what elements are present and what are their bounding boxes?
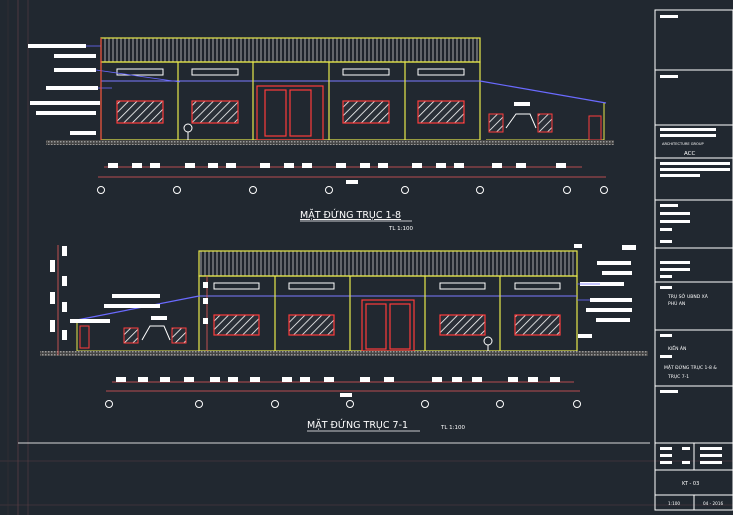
dimension-line-top — [97, 163, 608, 194]
sheet-title-line-1: MẶT ĐỨNG TRỤC 1-8 & — [664, 364, 717, 371]
sheet-title-line-2: TRỤC 7-1 — [667, 374, 689, 380]
company-abbr: ACC — [684, 151, 696, 157]
roof-bottom — [198, 250, 578, 277]
main-door-bottom — [361, 299, 415, 352]
project-name-line-2: PHÚ AN — [668, 300, 685, 307]
elevation-top: MẶT ĐỨNG TRỤC 1-8 TL 1:100 — [28, 37, 614, 232]
stage-label: KIẾN ÁN — [668, 344, 686, 352]
sheet-scale: 1:100 — [668, 501, 680, 506]
elevation-bottom: MẶT ĐỨNG TRỤC 7-1 TL 1:100 — [40, 244, 648, 432]
cad-drawing-canvas: MẶT ĐỨNG TRỤC 1-8 TL 1:100 MẶT ĐỨNG TRỤC… — [0, 0, 733, 515]
wall-bottom — [198, 275, 578, 352]
roof-top — [100, 37, 481, 63]
elevation-bottom-title: MẶT ĐỨNG TRỤC 7-1 — [307, 419, 408, 431]
annex-right — [479, 80, 607, 141]
project-name-line-1: TRỤ SỞ UBND XÃ — [667, 292, 709, 300]
company-line: ARCHITECTURE GROUP — [662, 142, 704, 146]
dimension-line-bottom — [105, 377, 581, 408]
ground-top — [46, 140, 614, 145]
title-block: ARCHITECTURE GROUP ACC TRỤ SỞ UBND XÃ PH… — [654, 9, 733, 511]
ground-bottom — [40, 351, 648, 356]
main-door-top — [256, 85, 324, 141]
elevation-bottom-scale: TL 1:100 — [440, 425, 466, 431]
elevation-top-title: MẶT ĐỨNG TRỤC 1-8 — [300, 209, 401, 221]
elevation-top-scale: TL 1:100 — [388, 226, 414, 232]
sheet-date: 04 - 2016 — [703, 501, 723, 506]
sheet-number: KT - 03 — [682, 481, 699, 487]
